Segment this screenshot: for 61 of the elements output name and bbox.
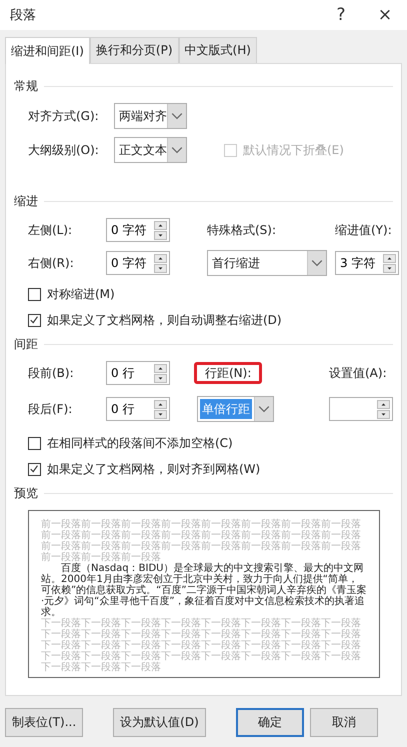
spin-up-button[interactable] [377,400,390,408]
checkbox[interactable] [28,288,41,300]
spin-field[interactable]: 0 行 [106,397,170,421]
field-label: 设置值(A): [329,364,388,382]
field-label: 特殊格式(S): [207,222,278,238]
preview-text: 下一段落下一段落下一段落下一段落下一段落下一段落下一段落下一段落下一段落下一段落下一段落下一段落下一段落下一段落下一段落下一段落下一段落下一段落下一段落下一段落下一段落下一段落下一段落下一段落下一段落下一段落下一段落下一段落下一段落下一段落下一段落下一段落下一段落下一段落下一段落 [41,618,362,673]
spin-up-button[interactable] [154,400,167,408]
field-label: 段后(F): [28,400,74,418]
section-heading: 间距 [14,336,38,353]
field-label: 缩进值(Y): [335,222,393,238]
field-label: 行距(N): [194,362,262,384]
spin-down-button[interactable] [377,410,390,418]
field-label: 大纲级别(O): [28,142,100,158]
spin-field[interactable] [329,397,393,421]
chevron-down-icon [254,397,273,421]
field-label: 段前(B): [28,364,75,382]
checkbox-label: 如果定义了文档网格，则对齐到网格(W) [47,461,260,477]
close-button[interactable]: × [363,0,407,30]
chevron-down-icon [167,104,186,128]
dialog-button[interactable]: 制表位(T)... [5,708,84,737]
checkbox-label: 在相同样式的段落间不添加空格(C) [47,435,233,451]
tab[interactable]: 换行和分页(P) [90,37,179,63]
tab[interactable]: 缩进和间距(I) [5,37,90,64]
preview-text: 百度（Nasdaq：BIDU）是全球最大的中文搜索引擎、最大的中文网站。2000年1月由李彦宏创立于北京中关村，致力于向人们提供“简单，可依赖”的信息获取方式。“百度”二字源于中国宋朝词人辛弃疾的《青玉案·元夕》词句“众里寻他千百度”，象征着百度对中文信息检索技术的执著追求。 [41,563,367,618]
checkbox-label: 对称缩进(M) [47,286,115,302]
spin-down-button[interactable] [154,230,167,240]
spin-field[interactable]: 0 字符 [106,218,170,242]
dialog-button[interactable]: 设为默认值(D) [113,708,206,737]
spin-down-button[interactable] [154,410,167,418]
preview-text: 前一段落前一段落前一段落前一段落前一段落前一段落前一段落前一段落前一段落前一段落前一段落前一段落前一段落前一段落前一段落前一段落前一段落前一段落前一段落前一段落前一段落前一段落前一段落前一段落前一段落前一段落前一段落 [41,519,362,563]
special-format-dropdown[interactable]: 首行缩进 [207,250,327,276]
dialog-button[interactable]: 取消 [310,708,378,737]
checkbox[interactable] [28,462,41,476]
spin-up-button[interactable] [154,254,167,262]
tab[interactable]: 中文版式(H) [178,37,257,63]
spin-down-button[interactable] [383,264,396,272]
field-label: 左侧(L): [28,222,74,238]
spin-down-button[interactable] [154,264,167,272]
spin-up-button[interactable] [154,220,167,230]
chevron-down-icon [167,138,186,162]
help-button[interactable]: ? [319,0,363,30]
checkbox[interactable] [28,436,41,450]
checkbox-label: 如果定义了文档网格，则自动调整右缩进(D) [47,312,282,328]
section-heading: 常规 [14,78,38,95]
field-label: 对齐方式(G): [28,108,100,124]
chevron-down-icon [307,251,326,275]
section-heading: 缩进 [14,193,38,210]
section-heading: 预览 [14,485,38,502]
checkbox-label: 默认情况下折叠(E) [243,142,344,158]
window-title: 段落 [10,7,37,24]
spin-field[interactable]: 0 行 [106,361,170,385]
spin-down-button[interactable] [154,374,167,382]
alignment-dropdown[interactable]: 两端对齐 [114,103,187,129]
spin-up-button[interactable] [154,364,167,372]
spin-field[interactable]: 3 字符 [335,251,399,275]
field-label: 右侧(R): [28,254,75,272]
outline-level-dropdown[interactable]: 正文文本 [114,137,187,163]
dialog-button[interactable]: 确定 [236,708,304,737]
spin-field[interactable]: 0 字符 [106,251,170,275]
checkbox[interactable] [28,314,41,326]
spin-up-button[interactable] [383,254,396,262]
